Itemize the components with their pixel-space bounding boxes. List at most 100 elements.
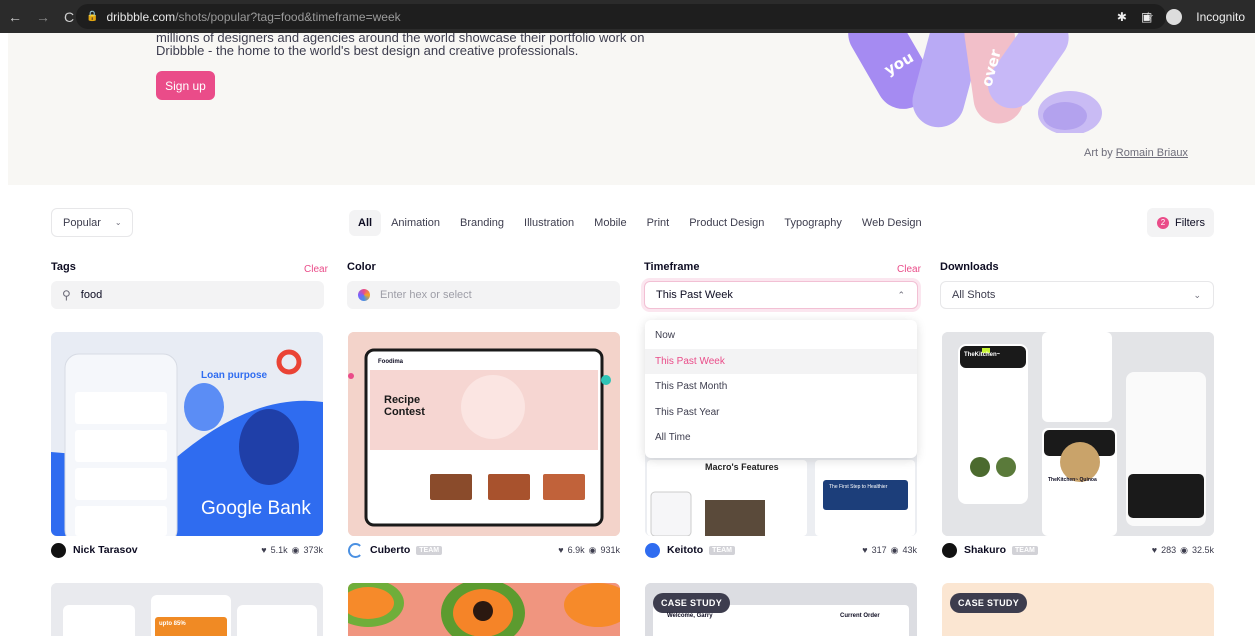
color-label: Color [347, 261, 376, 273]
hero-description: Dribbble - the home to the world's best … [156, 43, 579, 58]
downloads-label: Downloads [940, 261, 999, 273]
tab-animation[interactable]: Animation [381, 210, 450, 236]
shot-stats: ♥ 283 ◉ 32.5k [1152, 545, 1214, 556]
team-badge: TEAM [709, 545, 736, 555]
likes-count: 317 [871, 544, 887, 555]
back-icon[interactable]: ← [8, 9, 22, 25]
browser-actions: ✱ ▣ Incognito [1117, 8, 1245, 25]
shot-card[interactable] [348, 583, 620, 636]
timeframe-value: This Past Week [656, 289, 733, 301]
shot-meta: Keitoto TEAM ♥ 317 ◉ 43k [645, 542, 917, 558]
art-credit-prefix: Art by [1084, 147, 1113, 159]
shot-card[interactable]: CASE STUDY [942, 583, 1214, 636]
timeframe-option-now[interactable]: Now [645, 323, 917, 349]
tags-input[interactable]: ⚲ food [51, 281, 324, 309]
filters-count-badge: 2 [1157, 216, 1169, 229]
shot-caption: Recipe Contest [384, 394, 425, 418]
shot-caption: upto 85% [159, 621, 186, 627]
timeframe-clear-link[interactable]: Clear [897, 264, 921, 275]
author-name[interactable]: Cuberto [370, 544, 410, 556]
timeframe-dropdown-menu: Now This Past Week This Past Month This … [645, 320, 917, 458]
chevron-down-icon: ⌄ [114, 218, 122, 227]
avatar[interactable] [348, 542, 363, 558]
downloads-select[interactable]: All Shots ⌄ [940, 281, 1214, 309]
chevron-up-icon: ⌃ [897, 289, 905, 300]
team-badge: TEAM [1012, 545, 1038, 555]
author-name[interactable]: Shakuro [964, 544, 1006, 556]
avatar[interactable] [645, 542, 660, 558]
likes-count: 283 [1161, 544, 1177, 555]
shot-card[interactable]: TheKitchen~ TheKitchen~ Quinoa [942, 332, 1214, 536]
signup-button[interactable]: Sign up [156, 71, 215, 100]
eye-icon: ◉ [890, 544, 899, 555]
timeframe-option-year[interactable]: This Past Year [645, 400, 917, 426]
incognito-icon[interactable] [1166, 8, 1183, 25]
shot-sub: Foodima [378, 359, 403, 365]
tags-value: food [80, 289, 103, 301]
sidebar-icon[interactable]: ▣ [1141, 10, 1152, 24]
author-name[interactable]: Nick Tarasov [73, 544, 138, 556]
shot-card[interactable]: Loan purpose Google Bank [51, 332, 323, 536]
timeframe-option-month[interactable]: This Past Month [645, 374, 917, 400]
shot-sub: The First Step to Healthier [829, 484, 888, 490]
timeframe-select[interactable]: This Past Week ⌃ [644, 281, 918, 309]
art-credit: Art by Romain Briaux [1084, 147, 1188, 159]
shot-card[interactable]: upto 85% [51, 583, 323, 636]
views-count: 43k [902, 544, 917, 555]
shot-thumbnail [942, 332, 1214, 536]
avatar[interactable] [51, 542, 66, 558]
tags-clear-link[interactable]: Clear [304, 264, 328, 275]
hero-illustration: you over [820, 33, 1175, 133]
shot-card[interactable]: CASE STUDY Welcome, Garry Current Order [645, 583, 917, 636]
shot-thumbnail [51, 583, 323, 636]
timeframe-option-all[interactable]: All Time [645, 425, 917, 451]
tab-product-design[interactable]: Product Design [679, 210, 774, 236]
shot-sub: TheKitchen~ Quinoa [1048, 477, 1097, 483]
heart-icon[interactable]: ♥ [1152, 545, 1157, 556]
tab-web-design[interactable]: Web Design [852, 210, 932, 236]
tab-print[interactable]: Print [637, 210, 680, 236]
eye-icon: ◉ [1180, 544, 1188, 555]
forward-icon[interactable]: → [36, 9, 50, 25]
heart-icon[interactable]: ♥ [862, 545, 867, 556]
search-icon: ⚲ [62, 288, 71, 302]
likes-count: 6.9k [567, 544, 585, 555]
heart-icon[interactable]: ♥ [261, 545, 266, 556]
heart-icon[interactable]: ♥ [558, 545, 563, 556]
tab-illustration[interactable]: Illustration [514, 210, 584, 236]
eye-icon: ◉ [291, 544, 300, 555]
shot-meta: Nick Tarasov ♥ 5.1k ◉ 373k [51, 542, 323, 558]
avatar[interactable] [942, 542, 957, 558]
category-tabs: All Animation Branding Illustration Mobi… [349, 208, 932, 237]
sort-label: Popular [63, 216, 101, 229]
team-badge: TEAM [416, 545, 443, 555]
chevron-down-icon: ⌄ [1193, 289, 1201, 300]
tab-branding[interactable]: Branding [450, 210, 514, 236]
shot-thumbnail [348, 583, 620, 636]
filters-button[interactable]: 2 Filters [1147, 208, 1214, 237]
case-study-badge: CASE STUDY [653, 593, 731, 613]
color-input[interactable]: Enter hex or select [347, 281, 620, 309]
tab-typography[interactable]: Typography [774, 210, 851, 236]
shot-caption: Welcome, Garry [667, 613, 713, 619]
views-count: 373k [303, 544, 323, 555]
shot-sub: Loan purpose [201, 370, 268, 381]
author-name[interactable]: Keitoto [667, 544, 703, 556]
address-bar[interactable]: 🔒 dribbble.com /shots/popular?tag=food&t… [76, 4, 1166, 29]
reload-icon[interactable]: C [64, 9, 74, 25]
shot-stats: ♥ 5.1k ◉ 373k [261, 545, 323, 556]
browser-toolbar: ← → C 🔒 dribbble.com /shots/popular?tag=… [0, 0, 1255, 33]
case-study-badge: CASE STUDY [950, 593, 1028, 613]
art-credit-link[interactable]: Romain Briaux [1116, 147, 1188, 159]
eye-icon: ◉ [588, 544, 597, 555]
shot-stats: ♥ 317 ◉ 43k [862, 545, 917, 556]
shot-card[interactable]: Recipe Contest Foodima [348, 332, 620, 536]
timeframe-option-week[interactable]: This Past Week [645, 348, 917, 374]
tab-all[interactable]: All [349, 209, 382, 236]
color-wheel-icon[interactable] [358, 289, 370, 301]
sort-dropdown[interactable]: Popular ⌄ [51, 208, 133, 237]
tab-mobile[interactable]: Mobile [584, 210, 636, 236]
shot-caption: Macro's Features [705, 462, 779, 472]
extensions-icon[interactable]: ✱ [1117, 10, 1127, 24]
filters-label: Filters [1175, 216, 1205, 229]
